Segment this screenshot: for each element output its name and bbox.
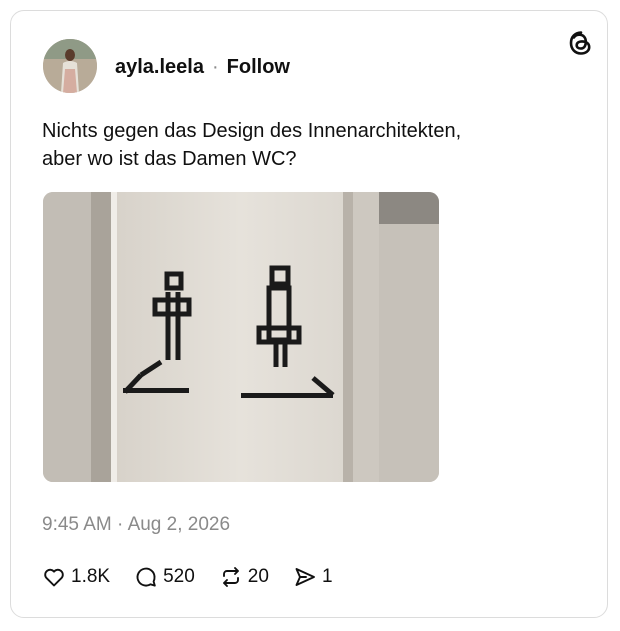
repost-arrows-icon xyxy=(222,567,239,587)
reply-count: 520 xyxy=(163,566,195,587)
like-count: 1.8K xyxy=(71,566,111,587)
restroom-sign-image xyxy=(43,192,439,482)
post-photo[interactable] xyxy=(43,192,439,482)
post-timestamp[interactable]: 9:45 AM · Aug 2, 2026 xyxy=(42,514,230,536)
comment-bubble-icon xyxy=(136,567,156,587)
repost-count: 20 xyxy=(247,566,269,587)
send-icon xyxy=(295,568,315,586)
post-text-line: Nichts gegen das Design des Innenarchite… xyxy=(42,120,462,142)
like-button[interactable]: 1.8K xyxy=(42,565,110,589)
avatar[interactable] xyxy=(43,39,97,93)
follow-button[interactable]: Follow xyxy=(227,56,290,79)
post-text: Nichts gegen das Design des Innenarchite… xyxy=(42,117,562,173)
post-date: Aug 2, 2026 xyxy=(127,514,231,535)
action-bar: 1.8K 520 20 1 xyxy=(42,565,333,589)
share-button[interactable]: 1 xyxy=(293,565,333,589)
post-time: 9:45 AM xyxy=(42,514,112,535)
avatar-image xyxy=(43,39,97,93)
post-text-line: aber wo ist das Damen WC? xyxy=(42,148,297,170)
repost-button[interactable]: 20 xyxy=(219,565,269,589)
share-count: 1 xyxy=(321,566,333,587)
timestamp-separator: · xyxy=(117,514,124,535)
heart-icon xyxy=(44,568,64,587)
author-row: ayla.leela · Follow xyxy=(115,56,290,79)
reply-button[interactable]: 520 xyxy=(134,565,195,589)
separator-dot: · xyxy=(211,56,219,78)
threads-logo-icon[interactable] xyxy=(568,30,594,56)
username-link[interactable]: ayla.leela xyxy=(115,56,204,79)
